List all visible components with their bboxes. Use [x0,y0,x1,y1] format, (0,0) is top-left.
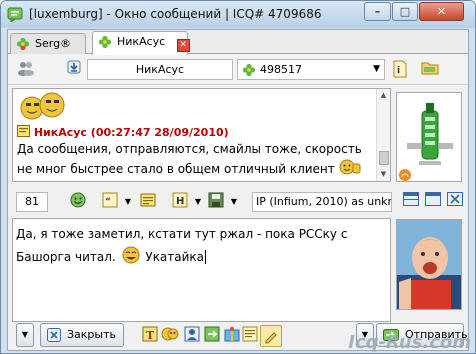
file-transfer-icon[interactable] [202,326,222,346]
contacts-send-icon[interactable] [182,326,202,346]
qip-logo-icon [397,93,461,181]
tab-nikasus[interactable]: НикАсус ✕ [92,31,190,55]
flower-status-icon [242,63,256,77]
message-timestamp: (00:27:47 28/09/2010) [90,126,229,139]
download-arrow-icon[interactable] [64,60,84,80]
laughing-smiley-icon [122,246,140,264]
flower-status-icon [98,35,112,49]
smiley-toggle-icon[interactable] [68,192,88,212]
char-counter: 81 [16,192,48,212]
contact-info-bar: НикАсус 498517 ▼ i [8,55,468,85]
close-chat-button[interactable]: Закрыть [40,323,124,347]
scroll-up-icon[interactable]: ▲ [377,89,390,102]
tab-serg[interactable]: Serg® [10,33,86,54]
avatar-photo [397,220,461,309]
client-info-field: IP (Infium, 2010) as unknown [252,192,392,212]
history-h-icon[interactable]: H [170,192,190,212]
tab-bar: Serg® НикАсус ✕ [8,30,468,55]
quote-dropdown-icon[interactable]: ▼ [118,192,138,212]
split-view-icon[interactable] [402,192,420,212]
compose-toolbar: 81 “ ▼ H ▼ ▼ IP (Infium, 2010) as unknow… [8,192,468,214]
message-body: Да сообщения, отправляются, смайлы тоже,… [17,142,362,176]
translit-icon[interactable] [260,325,282,347]
compose-text[interactable]: Да, я тоже заметил, кстати тут ржал - по… [16,223,368,269]
scroll-thumb[interactable] [379,151,389,165]
client-area: Serg® НикАсус ✕ НикАсус 498517 ▼ i НикАс… [7,29,469,351]
thumbs-smiley-icon [339,159,361,175]
scroll-down-icon[interactable]: ▼ [377,168,390,181]
user-details-icon[interactable]: i [390,60,410,80]
smiley-group-icon [20,92,65,120]
own-avatar[interactable] [396,219,462,310]
close-tab-icon[interactable]: ✕ [176,39,190,52]
message-history[interactable]: НикАсус (00:27:47 28/09/2010) Да сообщен… [12,88,391,182]
svg-text:i: i [397,66,400,76]
gift-icon[interactable] [222,326,242,346]
minimize-button[interactable]: – [364,2,391,21]
maximize-button[interactable]: □ [392,2,418,21]
notes-icon[interactable] [240,326,260,346]
text-cursor [205,250,207,264]
window-layout-icon[interactable] [424,192,442,212]
message-sender: НикАсус [33,126,87,139]
history-scrollbar[interactable]: ▲ ▼ [376,89,390,181]
chevron-down-icon: ▼ [373,64,380,74]
template-icon[interactable] [138,192,158,212]
flower-status-icon [16,37,30,51]
contact-avatar[interactable] [396,92,462,182]
smileys-icon[interactable] [160,326,180,346]
folder-icon[interactable] [420,60,440,80]
nickname-field[interactable]: НикАсус [87,59,233,80]
svg-text:H: H [176,196,184,207]
save-dropdown-icon[interactable]: ▼ [224,192,244,212]
message-input[interactable]: Да, я тоже заметил, кстати тут ржал - по… [12,218,391,322]
options-dropdown-button[interactable]: ▼ [16,323,34,347]
close-window-button[interactable]: ✕ [419,2,464,21]
close-icon [47,328,61,342]
message-icon [17,125,30,137]
tab-label: Serg® [35,37,72,50]
window-title: [luxemburg] - Окно сообщений | ICQ# 4709… [29,7,322,21]
svg-text:T: T [146,329,155,342]
history-dropdown-icon[interactable]: ▼ [188,192,208,212]
message-header: НикАсус (00:27:47 28/09/2010) [17,125,229,139]
message-icon [7,7,23,22]
svg-text:“: “ [105,197,111,207]
tab-label: НикАсус [117,35,166,48]
title-bar[interactable]: [luxemburg] - Окно сообщений | ICQ# 4709… [1,1,475,28]
save-icon[interactable] [206,192,226,212]
font-format-icon[interactable]: T [140,326,160,346]
uin-select[interactable]: 498517 ▼ [237,59,385,80]
users-icon[interactable] [16,60,36,80]
watermark: Icq-Rus.com [348,332,471,353]
quote-icon[interactable]: “ [100,192,120,212]
close-panel-icon[interactable] [446,192,464,212]
message-window: [luxemburg] - Окно сообщений | ICQ# 4709… [0,0,476,354]
